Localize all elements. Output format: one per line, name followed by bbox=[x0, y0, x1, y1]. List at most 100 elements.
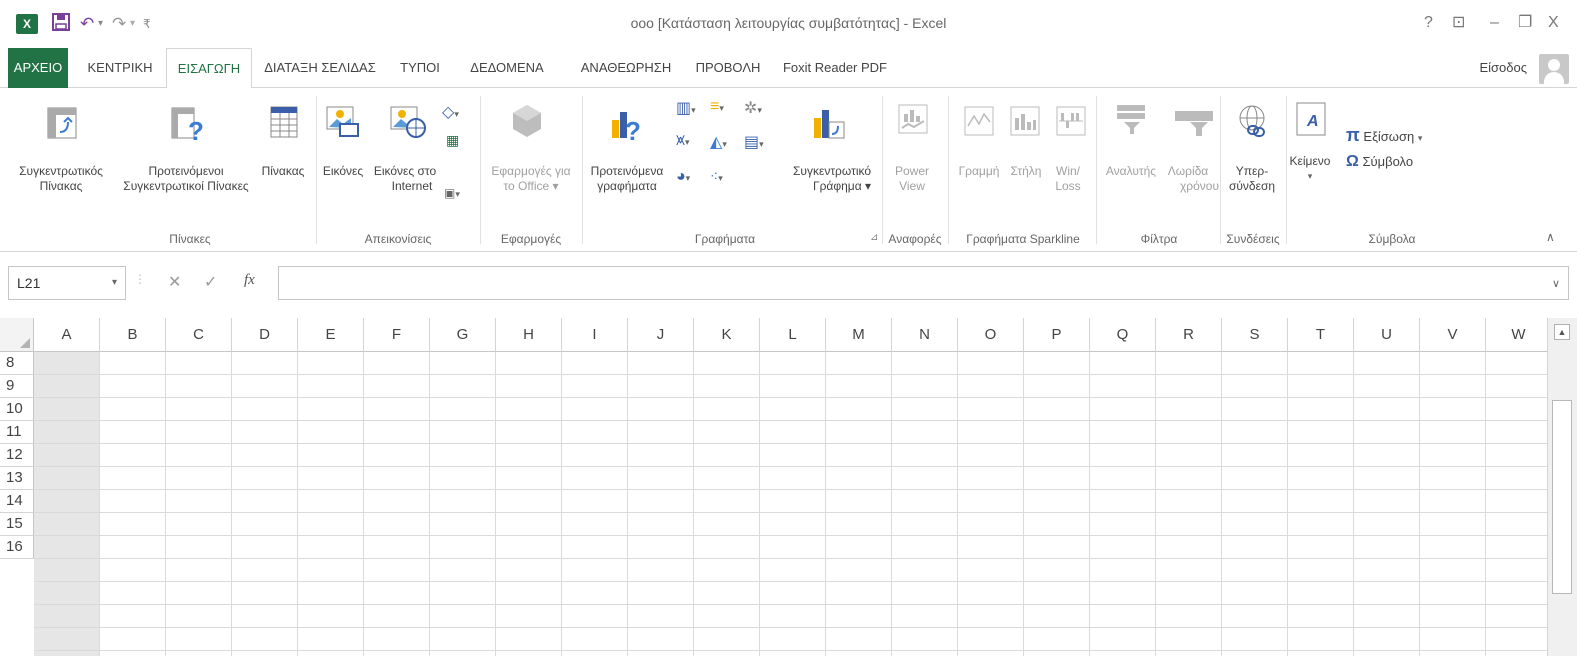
pivot-table-icon[interactable] bbox=[46, 106, 78, 143]
cancel-icon[interactable]: ✕ bbox=[168, 272, 181, 292]
column-header[interactable]: V bbox=[1420, 318, 1486, 352]
tab-page-layout[interactable]: ΔΙΑΤΑΞΗ ΣΕΛΙΔΑΣ bbox=[260, 48, 380, 88]
ribbon-display-options-icon[interactable]: ⊡ bbox=[1452, 12, 1465, 34]
column-header[interactable]: B bbox=[100, 318, 166, 352]
column-header[interactable]: C bbox=[166, 318, 232, 352]
tab-formulas[interactable]: ΤΥΠΟΙ bbox=[390, 48, 450, 88]
column-header[interactable]: Q bbox=[1090, 318, 1156, 352]
smartart-icon[interactable]: ▦ bbox=[446, 132, 459, 149]
row-header[interactable]: 11 bbox=[0, 421, 34, 444]
signin-link[interactable]: Είσοδος bbox=[1479, 60, 1527, 75]
charts-dialog-launcher-icon[interactable]: ⊿ bbox=[870, 232, 878, 243]
tab-home[interactable]: ΚΕΝΤΡΙΚΗ bbox=[82, 48, 158, 88]
column-header[interactable]: A bbox=[34, 318, 100, 352]
tab-foxit[interactable]: Foxit Reader PDF bbox=[780, 48, 890, 88]
row-header[interactable]: 12 bbox=[0, 444, 34, 467]
bar-chart-icon[interactable]: ≡▾ bbox=[710, 98, 724, 116]
column-header[interactable]: H bbox=[496, 318, 562, 352]
column-header[interactable]: U bbox=[1354, 318, 1420, 352]
apps-for-office-icon bbox=[512, 104, 542, 141]
scroll-up-icon[interactable]: ▲ bbox=[1554, 324, 1570, 340]
pictures-icon[interactable] bbox=[326, 106, 360, 141]
minimize-button[interactable]: – bbox=[1490, 12, 1499, 34]
restore-button[interactable]: ❐ bbox=[1518, 12, 1532, 34]
tab-data[interactable]: ΔΕΔΟΜΕΝΑ bbox=[464, 48, 550, 88]
row-header[interactable]: 15 bbox=[0, 513, 34, 536]
column-header[interactable]: D bbox=[232, 318, 298, 352]
screenshot-icon[interactable]: ▣▾ bbox=[444, 186, 460, 200]
hyperlink-icon[interactable] bbox=[1236, 104, 1268, 141]
shapes-icon[interactable]: ◇▾ bbox=[442, 102, 459, 122]
column-header[interactable]: W bbox=[1486, 318, 1552, 352]
online-pictures-label-1: Εικόνες στο bbox=[373, 164, 437, 178]
area-chart-icon[interactable]: ◭▾ bbox=[710, 132, 727, 152]
column-header[interactable]: I bbox=[562, 318, 628, 352]
collapse-ribbon-icon[interactable]: ∧ bbox=[1546, 230, 1555, 244]
close-button[interactable]: X bbox=[1548, 12, 1559, 34]
column-header[interactable]: G bbox=[430, 318, 496, 352]
row-header[interactable]: 10 bbox=[0, 398, 34, 421]
group-illustrations-label: Απεικονίσεις bbox=[364, 232, 432, 246]
table-button[interactable]: Πίνακας bbox=[258, 164, 308, 179]
recommended-charts-icon[interactable]: ? bbox=[610, 106, 644, 146]
name-box-dropdown-icon[interactable]: ▾ bbox=[112, 267, 117, 299]
online-pictures-label-2: Internet bbox=[391, 179, 433, 193]
pivot-chart-icon[interactable] bbox=[812, 106, 846, 143]
radar-chart-icon[interactable]: ✲▾ bbox=[744, 98, 762, 118]
equation-button[interactable]: π Εξίσωση ▾ bbox=[1346, 126, 1446, 146]
row-header[interactable]: 9 bbox=[0, 375, 34, 398]
tab-view[interactable]: ΠΡΟΒΟΛΗ bbox=[688, 48, 768, 88]
line-chart-icon[interactable]: ⩙▾ bbox=[676, 132, 690, 150]
symbol-button[interactable]: Ω Σύμβολο bbox=[1346, 154, 1446, 170]
timeline-icon bbox=[1174, 110, 1214, 141]
enter-icon[interactable]: ✓ bbox=[204, 272, 217, 292]
tab-file[interactable]: ΑΡΧΕΙΟ bbox=[8, 48, 68, 88]
row-header[interactable]: 8 bbox=[0, 352, 34, 375]
scroll-thumb[interactable] bbox=[1552, 400, 1572, 594]
cells-area[interactable] bbox=[34, 352, 1547, 656]
column-header[interactable]: J bbox=[628, 318, 694, 352]
tab-review[interactable]: ΑΝΑΘΕΩΡΗΣΗ bbox=[574, 48, 678, 88]
recommended-charts-button[interactable]: Προτεινόμενα γραφήματα bbox=[584, 164, 670, 194]
recommended-pivot-button[interactable]: Προτεινόμενοι Συγκεντρωτικοί Πίνακες bbox=[116, 164, 256, 194]
formula-input[interactable]: ∨ bbox=[278, 266, 1569, 300]
column-header[interactable]: R bbox=[1156, 318, 1222, 352]
online-pictures-button[interactable]: Εικόνες στο Internet bbox=[370, 164, 440, 194]
expand-formula-bar-icon[interactable]: ∨ bbox=[1552, 277, 1560, 290]
column-header[interactable]: E bbox=[298, 318, 364, 352]
column-header[interactable]: F bbox=[364, 318, 430, 352]
column-header[interactable]: M bbox=[826, 318, 892, 352]
column-header[interactable]: K bbox=[694, 318, 760, 352]
column-chart-icon[interactable]: ▥▾ bbox=[676, 98, 696, 118]
sparkline-line-button: Γραμμή bbox=[958, 164, 1000, 178]
stock-chart-icon[interactable]: ▤▾ bbox=[744, 132, 764, 152]
row-header[interactable]: 16 bbox=[0, 536, 34, 559]
row-header[interactable]: 13 bbox=[0, 467, 34, 490]
recommended-pivot-icon[interactable]: ? bbox=[170, 106, 204, 146]
tab-insert[interactable]: ΕΙΣΑΓΩΓΗ bbox=[166, 48, 252, 89]
vertical-scrollbar[interactable]: ▲ bbox=[1547, 318, 1577, 656]
row-header[interactable]: 14 bbox=[0, 490, 34, 513]
separator bbox=[948, 96, 949, 244]
hyperlink-button[interactable]: Υπερ- σύνδεση bbox=[1222, 164, 1282, 194]
column-header[interactable]: O bbox=[958, 318, 1024, 352]
column-header[interactable]: L bbox=[760, 318, 826, 352]
avatar-icon[interactable] bbox=[1539, 54, 1569, 84]
text-button[interactable]: Κείμενο ▾ bbox=[1288, 154, 1332, 184]
pivot-chart-button[interactable]: Συγκεντρωτικό Γράφημα ▾ bbox=[784, 164, 880, 194]
table-icon[interactable] bbox=[270, 106, 298, 141]
select-all-button[interactable] bbox=[0, 318, 34, 352]
pie-chart-icon[interactable]: ◕▾ bbox=[676, 168, 690, 186]
scatter-chart-icon[interactable]: ⁖▾ bbox=[710, 168, 723, 185]
column-header[interactable]: S bbox=[1222, 318, 1288, 352]
online-pictures-icon[interactable] bbox=[390, 106, 426, 141]
column-header[interactable]: P bbox=[1024, 318, 1090, 352]
name-box[interactable]: L21 ▾ bbox=[8, 266, 126, 300]
column-header[interactable]: N bbox=[892, 318, 958, 352]
column-header[interactable]: T bbox=[1288, 318, 1354, 352]
help-button[interactable]: ? bbox=[1424, 12, 1433, 34]
text-icon[interactable]: A bbox=[1296, 102, 1326, 139]
pivot-table-button[interactable]: Συγκεντρωτικός Πίνακας bbox=[2, 164, 120, 194]
pictures-button[interactable]: Εικόνες bbox=[320, 164, 366, 179]
insert-function-icon[interactable]: fx bbox=[244, 272, 255, 289]
